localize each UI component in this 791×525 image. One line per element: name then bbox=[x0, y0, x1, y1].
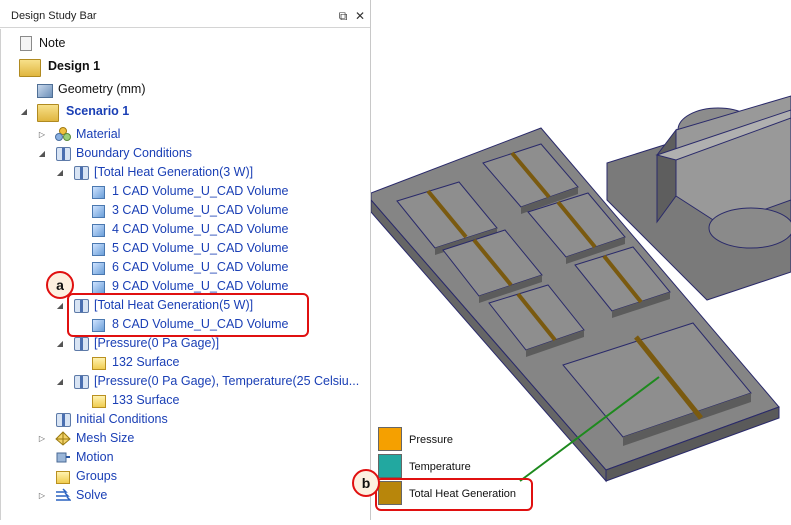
volume-icon bbox=[92, 186, 105, 199]
tree-item-thg-3w[interactable]: ◢ [Total Heat Generation(3 W)] bbox=[1, 163, 361, 182]
float-icon[interactable]: ⧉ bbox=[336, 9, 350, 23]
tree-label: Note bbox=[39, 36, 66, 50]
tree-label: Material bbox=[76, 127, 121, 141]
tree-label: Mesh Size bbox=[76, 431, 135, 445]
tree-item-boundary-conditions[interactable]: ◢ Boundary Conditions bbox=[1, 144, 361, 163]
tree-item-groups[interactable]: Groups bbox=[1, 467, 361, 486]
volume-icon bbox=[92, 243, 105, 256]
tree-label: Initial Conditions bbox=[76, 412, 168, 426]
tree-item-pressure-temperature[interactable]: ◢ [Pressure(0 Pa Gage), Temperature(25 C… bbox=[1, 372, 371, 391]
mesh-icon bbox=[55, 431, 71, 446]
tree-item-design[interactable]: Design 1 bbox=[1, 57, 361, 77]
tree-label: 5 CAD Volume_U_CAD Volume bbox=[112, 241, 289, 255]
graphics-viewport[interactable]: Pressure Temperature Total Heat Generati… bbox=[352, 0, 791, 520]
collapse-arrow-icon[interactable]: ◢ bbox=[56, 163, 64, 182]
motion-icon bbox=[55, 450, 71, 465]
tree-item-solve[interactable]: ▷ Solve bbox=[1, 486, 361, 505]
tree-label: Groups bbox=[76, 469, 117, 483]
solve-icon bbox=[55, 488, 72, 503]
scenario-folder-icon bbox=[37, 104, 59, 122]
collapse-arrow-icon[interactable]: ◢ bbox=[38, 144, 46, 163]
tree-item-volume[interactable]: 5 CAD Volume_U_CAD Volume bbox=[1, 239, 361, 258]
tree-item-volume[interactable]: 1 CAD Volume_U_CAD Volume bbox=[1, 182, 361, 201]
volume-icon bbox=[92, 224, 105, 237]
expand-arrow-icon[interactable]: ▷ bbox=[38, 486, 46, 505]
callout-a-box bbox=[67, 293, 309, 337]
initial-conditions-icon bbox=[56, 413, 71, 427]
tree-item-note[interactable]: Note bbox=[1, 34, 361, 53]
tree-label: Scenario 1 bbox=[66, 104, 130, 118]
tree-label: 6 CAD Volume_U_CAD Volume bbox=[112, 260, 289, 274]
expand-arrow-icon[interactable]: ▷ bbox=[38, 125, 46, 144]
pressure-temperature-icon bbox=[74, 375, 89, 389]
tree-label: 3 CAD Volume_U_CAD Volume bbox=[112, 203, 289, 217]
tree-item-initial-conditions[interactable]: Initial Conditions bbox=[1, 410, 361, 429]
tree-item-mesh-size[interactable]: ▷ Mesh Size bbox=[1, 429, 361, 448]
callout-b-badge: b bbox=[352, 469, 380, 497]
tree-item-geometry[interactable]: Geometry (mm) bbox=[1, 80, 361, 99]
tree-item-material[interactable]: ▷ Material bbox=[1, 125, 361, 144]
tree-label: 1 CAD Volume_U_CAD Volume bbox=[112, 184, 289, 198]
surface-icon bbox=[92, 357, 106, 370]
tree-label: Geometry (mm) bbox=[58, 82, 146, 96]
surface-icon bbox=[92, 395, 106, 408]
volume-icon bbox=[92, 205, 105, 218]
pressure-swatch bbox=[378, 427, 402, 451]
geometry-icon bbox=[37, 84, 53, 98]
tree-label: Design 1 bbox=[48, 59, 101, 73]
heat-generation-icon bbox=[74, 166, 89, 180]
material-icon bbox=[55, 127, 71, 142]
tree-label: Motion bbox=[76, 450, 114, 464]
tree-label: [Total Heat Generation(3 W)] bbox=[94, 165, 254, 179]
groups-icon bbox=[56, 471, 70, 484]
tree-label: 4 CAD Volume_U_CAD Volume bbox=[112, 222, 289, 236]
design-folder-icon bbox=[19, 59, 41, 77]
callout-b-box bbox=[375, 478, 533, 511]
tree-label: [Pressure(0 Pa Gage), Temperature(25 Cel… bbox=[94, 374, 360, 388]
collapse-arrow-icon[interactable]: ◢ bbox=[56, 334, 64, 353]
tree-item-surface[interactable]: 133 Surface bbox=[1, 391, 361, 410]
legend-label-temperature: Temperature bbox=[409, 461, 471, 473]
panel-header: Design Study Bar ⧉ ✕ bbox=[0, 6, 370, 28]
tree-item-scenario[interactable]: ◢ Scenario 1 bbox=[1, 102, 361, 122]
panel-title: Design Study Bar bbox=[11, 10, 97, 22]
volume-icon bbox=[92, 262, 105, 275]
tree-item-surface[interactable]: 132 Surface bbox=[1, 353, 361, 372]
pressure-icon bbox=[74, 337, 89, 351]
tree-label: 133 Surface bbox=[112, 393, 180, 407]
tree-label: Solve bbox=[76, 488, 108, 502]
expand-arrow-icon[interactable]: ▷ bbox=[38, 429, 46, 448]
close-icon[interactable]: ✕ bbox=[353, 9, 367, 23]
design-study-bar: Design Study Bar ⧉ ✕ Note Design 1 Geome… bbox=[0, 0, 371, 520]
tree-label: Boundary Conditions bbox=[76, 146, 193, 160]
tree-item-motion[interactable]: Motion bbox=[1, 448, 361, 467]
legend-label-pressure: Pressure bbox=[409, 434, 454, 446]
tree-item-volume[interactable]: 4 CAD Volume_U_CAD Volume bbox=[1, 220, 361, 239]
tree-label: 132 Surface bbox=[112, 355, 180, 369]
note-icon bbox=[20, 36, 32, 51]
tree-item-volume[interactable]: 3 CAD Volume_U_CAD Volume bbox=[1, 201, 361, 220]
collapse-arrow-icon[interactable]: ◢ bbox=[20, 102, 28, 121]
collapse-arrow-icon[interactable]: ◢ bbox=[56, 372, 64, 391]
callout-a-badge: a bbox=[46, 271, 74, 299]
boundary-conditions-icon bbox=[56, 147, 71, 161]
temperature-swatch bbox=[378, 454, 402, 478]
